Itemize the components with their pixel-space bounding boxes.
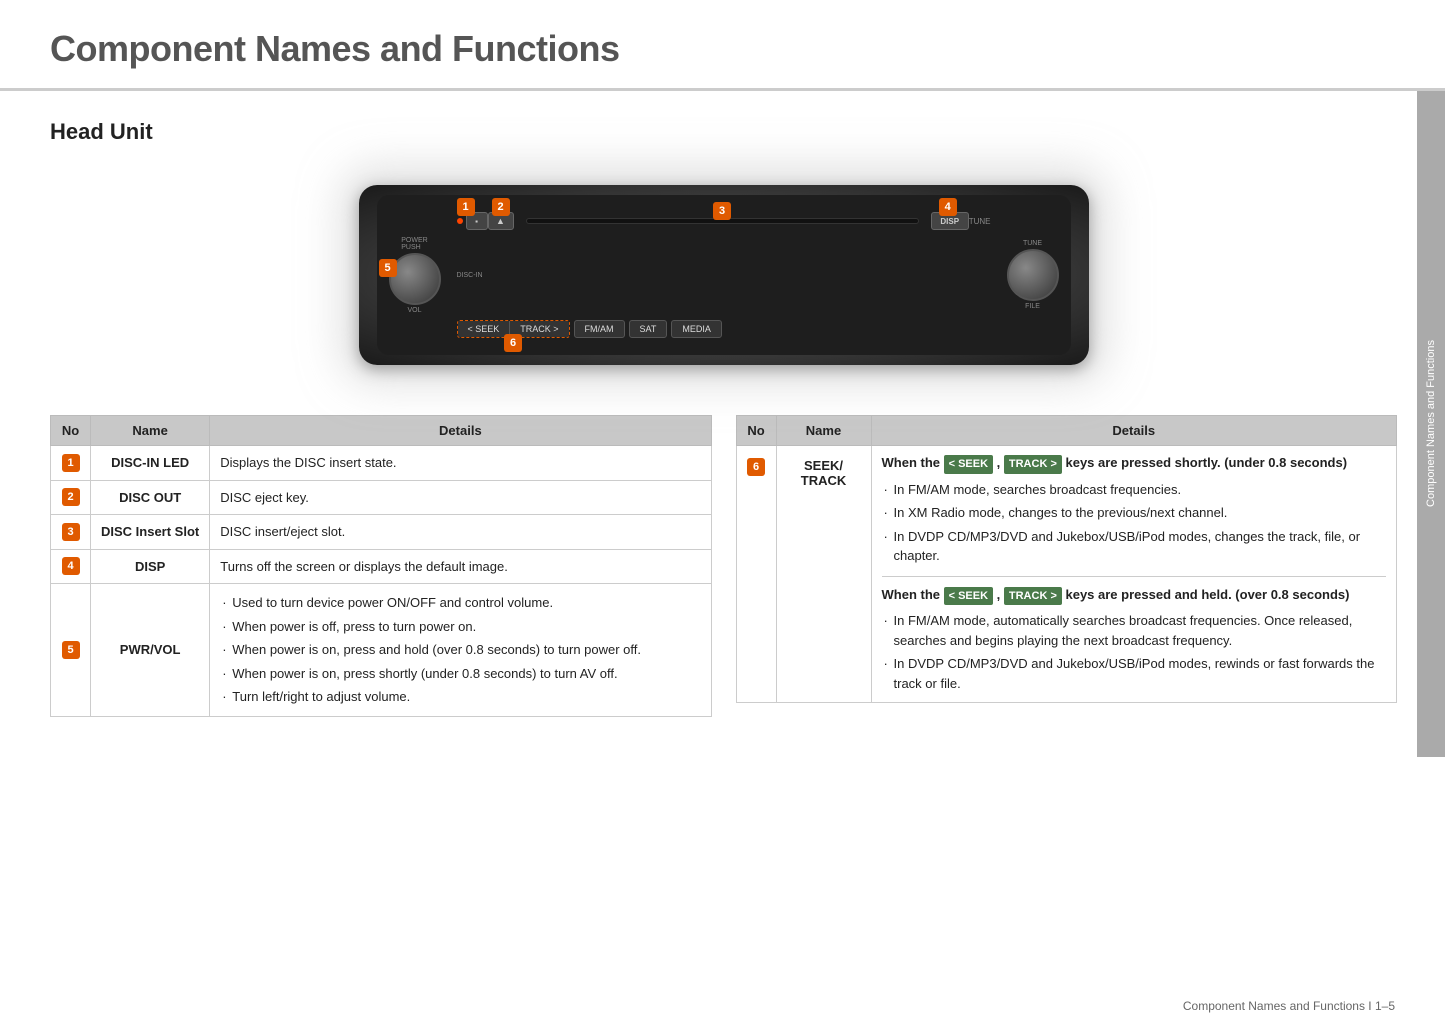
list-item: In DVDP CD/MP3/DVD and Jukebox/USB/iPod … bbox=[882, 652, 1387, 695]
callout-3: 3 bbox=[713, 202, 731, 220]
head-unit-image: POWERPUSH VOL 5 ▪ bbox=[334, 165, 1114, 385]
track-key-badge: TRACK > bbox=[1004, 455, 1062, 474]
name-seek-track: SEEK/TRACK bbox=[776, 446, 871, 703]
list-item: When power is on, press and hold (over 0… bbox=[220, 638, 700, 662]
badge-2: 2 bbox=[62, 488, 80, 506]
seek-key-badge: < SEEK bbox=[944, 455, 993, 474]
details-disc-insert-slot: DISC insert/eject slot. bbox=[210, 515, 711, 550]
sat-button: SAT bbox=[629, 320, 668, 338]
center-panel: ▪ 1 ▲ 2 bbox=[449, 203, 999, 347]
list-item: When power is on, press shortly (under 0… bbox=[220, 662, 700, 686]
badge-3: 3 bbox=[62, 523, 80, 541]
disc-in-led bbox=[457, 218, 463, 224]
name-disc-in-led: DISC-IN LED bbox=[91, 446, 210, 481]
section-divider bbox=[882, 576, 1387, 577]
details-disc-in-led: Displays the DISC insert state. bbox=[210, 446, 711, 481]
seek-key-badge-2: < SEEK bbox=[944, 587, 993, 606]
seek-button: < SEEK bbox=[458, 321, 511, 337]
table-row: 4 DISP Turns off the screen or displays … bbox=[51, 549, 712, 584]
vol-label: VOL bbox=[407, 307, 421, 314]
right-col-no: No bbox=[736, 416, 776, 446]
right-table: No Name Details 6 SEEK/TRACK When the < … bbox=[736, 415, 1398, 703]
device-inner: POWERPUSH VOL 5 ▪ bbox=[377, 195, 1071, 355]
tune-knob bbox=[1007, 249, 1059, 301]
fmam-button: FM/AM bbox=[574, 320, 625, 338]
sidebar-text: Component Names and Functions bbox=[1425, 330, 1437, 517]
left-col-no: No bbox=[51, 416, 91, 446]
seek-section2-heading: When the < SEEK , TRACK > keys are press… bbox=[882, 585, 1387, 606]
page-title-bar: Component Names and Functions bbox=[0, 0, 1445, 90]
callout-5: 5 bbox=[379, 259, 397, 277]
tables-section: No Name Details 1 DISC-IN LED Displays t… bbox=[50, 415, 1397, 757]
power-label: POWERPUSH bbox=[401, 237, 427, 251]
device-wrapper: POWERPUSH VOL 5 ▪ bbox=[359, 185, 1089, 365]
table-row: 6 SEEK/TRACK When the < SEEK , TRACK > k… bbox=[736, 446, 1397, 703]
badge-1: 1 bbox=[62, 454, 80, 472]
details-seek-track: When the < SEEK , TRACK > keys are press… bbox=[871, 446, 1397, 703]
badge-6: 6 bbox=[747, 458, 765, 476]
callout-4: 4 bbox=[939, 198, 957, 216]
list-item: In XM Radio mode, changes to the previou… bbox=[882, 501, 1387, 525]
list-item: When power is off, press to turn power o… bbox=[220, 615, 700, 639]
page-title: Component Names and Functions bbox=[50, 28, 1395, 70]
track-key-badge-2: TRACK > bbox=[1004, 587, 1062, 606]
list-item: In FM/AM mode, searches broadcast freque… bbox=[882, 478, 1387, 502]
media-button: MEDIA bbox=[671, 320, 722, 338]
disc-in-label: DISC-IN bbox=[457, 272, 483, 279]
details-disc-out: DISC eject key. bbox=[210, 480, 711, 515]
callout-2: 2 bbox=[492, 198, 510, 216]
table-row: 2 DISC OUT DISC eject key. bbox=[51, 480, 712, 515]
left-col-details: Details bbox=[210, 416, 711, 446]
table-row: 1 DISC-IN LED Displays the DISC insert s… bbox=[51, 446, 712, 481]
list-item: In DVDP CD/MP3/DVD and Jukebox/USB/iPod … bbox=[882, 525, 1387, 568]
name-disp: DISP bbox=[91, 549, 210, 584]
list-item: In FM/AM mode, automatically searches br… bbox=[882, 609, 1387, 652]
middle-row: DISC-IN bbox=[457, 265, 991, 285]
right-col-name: Name bbox=[776, 416, 871, 446]
right-table-container: No Name Details 6 SEEK/TRACK When the < … bbox=[736, 415, 1398, 717]
left-table: No Name Details 1 DISC-IN LED Displays t… bbox=[50, 415, 712, 717]
pwr-vol-list: Used to turn device power ON/OFF and con… bbox=[220, 591, 700, 709]
details-pwr-vol: Used to turn device power ON/OFF and con… bbox=[210, 584, 711, 717]
badge-4: 4 bbox=[62, 557, 80, 575]
left-table-container: No Name Details 1 DISC-IN LED Displays t… bbox=[50, 415, 712, 717]
name-disc-out: DISC OUT bbox=[91, 480, 210, 515]
list-item: Used to turn device power ON/OFF and con… bbox=[220, 591, 700, 615]
file-label: FILE bbox=[1025, 303, 1040, 310]
details-disp: Turns off the screen or displays the def… bbox=[210, 549, 711, 584]
name-pwr-vol: PWR/VOL bbox=[91, 584, 210, 717]
top-row: ▪ 1 ▲ 2 bbox=[457, 207, 991, 235]
tune-label: TUNE bbox=[969, 217, 991, 226]
seek-short-list: In FM/AM mode, searches broadcast freque… bbox=[882, 478, 1387, 568]
table-row: 5 PWR/VOL Used to turn device power ON/O… bbox=[51, 584, 712, 717]
seek-section1-heading: When the < SEEK , TRACK > keys are press… bbox=[882, 453, 1387, 474]
name-disc-insert-slot: DISC Insert Slot bbox=[91, 515, 210, 550]
tune-top-label: TUNE bbox=[1023, 240, 1042, 247]
button-row: < SEEK TRACK > 6 FM/AM SAT MEDIA bbox=[457, 315, 991, 343]
section-heading: Head Unit bbox=[50, 119, 1397, 145]
callout-6: 6 bbox=[504, 334, 522, 352]
page-footer: Component Names and Functions I 1–5 bbox=[1183, 999, 1395, 1013]
seek-held-list: In FM/AM mode, automatically searches br… bbox=[882, 609, 1387, 695]
right-col-details: Details bbox=[871, 416, 1397, 446]
left-col-name: Name bbox=[91, 416, 210, 446]
callout-1: 1 bbox=[457, 198, 475, 216]
table-row: 3 DISC Insert Slot DISC insert/eject slo… bbox=[51, 515, 712, 550]
badge-5: 5 bbox=[62, 641, 80, 659]
list-item: Turn left/right to adjust volume. bbox=[220, 685, 700, 709]
right-sidebar: Component Names and Functions bbox=[1417, 91, 1445, 757]
